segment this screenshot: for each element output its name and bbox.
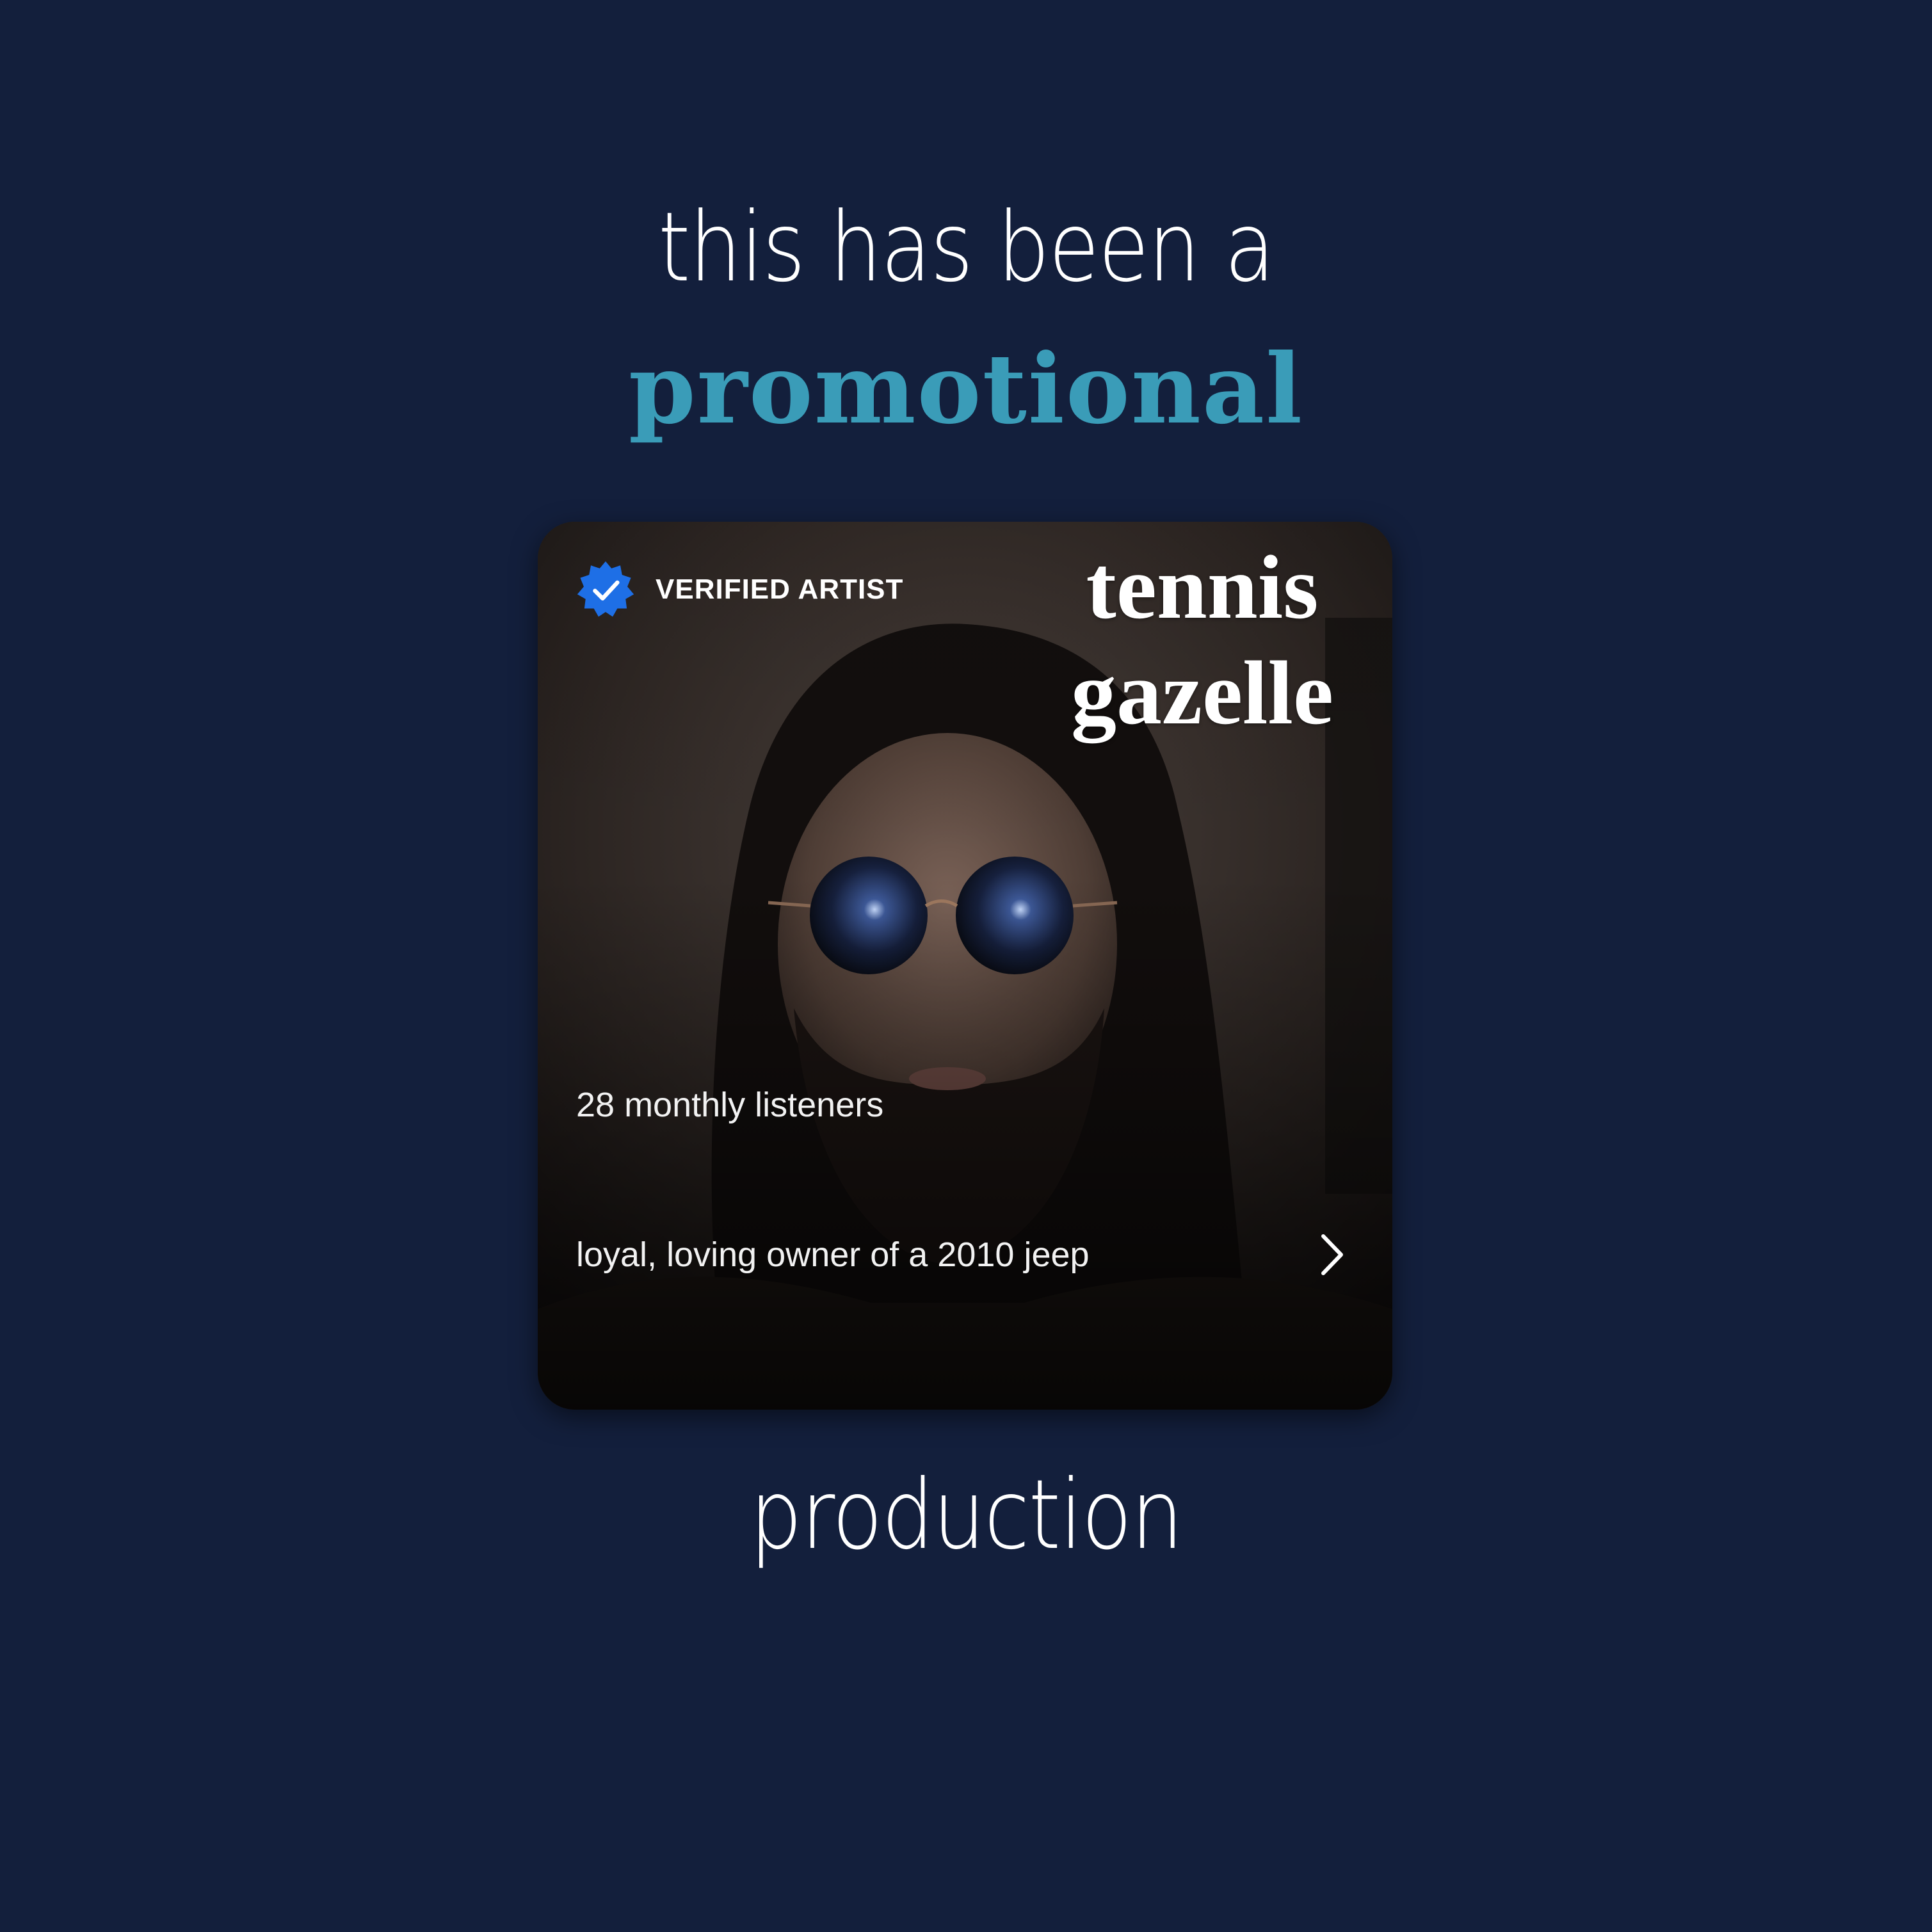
chevron-right-icon[interactable] <box>1317 1232 1348 1277</box>
verified-artist-badge: VERIFIED ARTIST <box>576 560 903 619</box>
artist-name: tennis gazelle <box>1052 535 1353 746</box>
promo-page: this has been a promotional VERIFIED ART… <box>0 0 1932 1932</box>
headline-line-1: this has been a <box>657 192 1275 303</box>
headline-line-3: production <box>750 1460 1183 1571</box>
artist-name-line-2: gazelle <box>1071 642 1333 743</box>
artist-bio-link[interactable]: loyal, loving owner of a 2010 jeep <box>576 1232 1348 1277</box>
headline-accent-word: promotional <box>628 333 1304 446</box>
artist-card[interactable]: VERIFIED ARTIST tennis gazelle 28 monthl… <box>538 522 1392 1410</box>
monthly-listeners: 28 monthly listeners <box>576 1086 884 1124</box>
artist-name-line-1: tennis <box>1086 536 1319 638</box>
verified-label: VERIFIED ARTIST <box>656 574 904 605</box>
verified-badge-icon <box>577 561 634 617</box>
artist-bio: loyal, loving owner of a 2010 jeep <box>576 1236 1090 1274</box>
